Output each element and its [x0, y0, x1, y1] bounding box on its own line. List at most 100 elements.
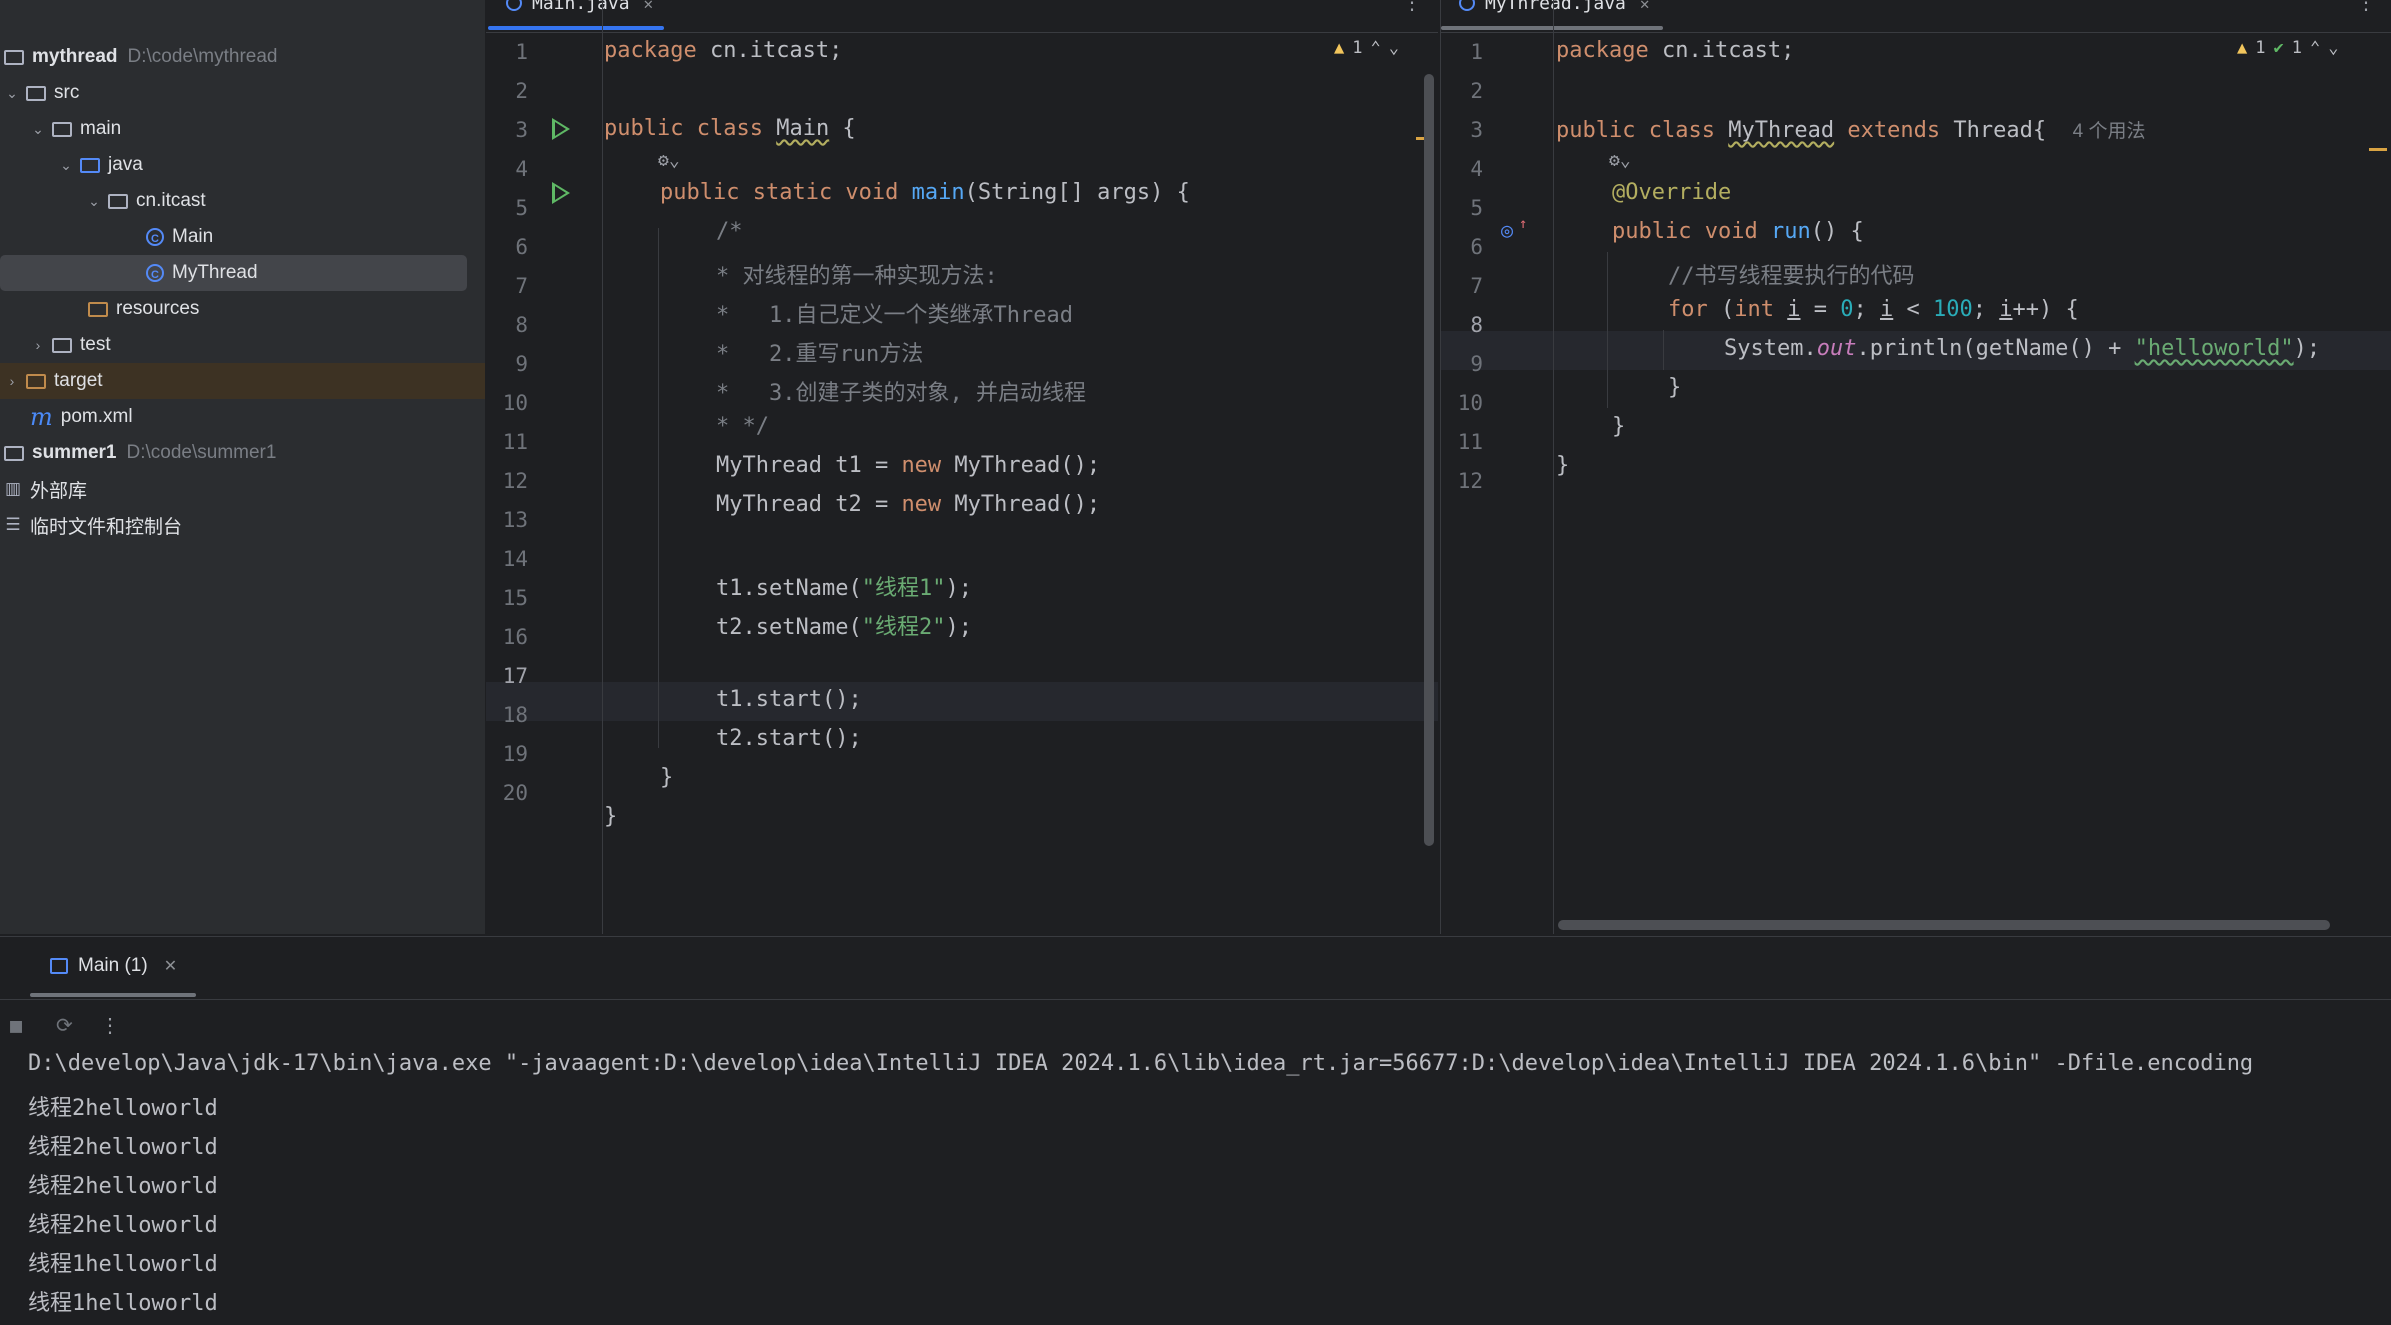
- console-line: 线程2helloworld: [28, 1096, 218, 1121]
- usages-hint[interactable]: 4 个用法: [2073, 121, 2146, 142]
- tree-item-target[interactable]: › target: [0, 363, 485, 399]
- tree-item-main[interactable]: ⌄ main: [0, 111, 485, 147]
- tree-item-java[interactable]: ⌄ java: [0, 147, 485, 183]
- line-number[interactable]: 5: [486, 196, 528, 220]
- tree-item-pom[interactable]: m pom.xml: [0, 399, 485, 435]
- run-icon[interactable]: [552, 182, 570, 204]
- line-number[interactable]: 16: [486, 625, 528, 649]
- tree-item-test[interactable]: › test: [0, 327, 485, 363]
- tree-item-label: src: [54, 82, 80, 103]
- code-line-7: * 1.自己定义一个类继承Thread: [716, 303, 1073, 328]
- line-number[interactable]: 1: [486, 40, 528, 64]
- warning-stripe-marker[interactable]: [2369, 148, 2387, 151]
- line-number[interactable]: 11: [1441, 430, 1483, 454]
- tab-main-java[interactable]: Main.java ✕: [506, 0, 653, 18]
- more-options-icon[interactable]: ⋮: [2356, 0, 2376, 14]
- code-line-5: /*: [716, 219, 743, 244]
- line-number[interactable]: 10: [486, 391, 528, 415]
- line-number[interactable]: 6: [486, 235, 528, 259]
- line-number[interactable]: 2: [1441, 79, 1483, 103]
- code-line-11: }: [1556, 453, 1570, 478]
- tree-item-summer1[interactable]: summer1 D:\code\summer1: [0, 435, 485, 471]
- folder-icon: [52, 337, 72, 353]
- line-number[interactable]: 9: [1441, 352, 1483, 376]
- line-number[interactable]: 1: [1441, 40, 1483, 64]
- chevron-down-icon[interactable]: ⌄: [2328, 38, 2338, 58]
- warning-icon: ▲: [1334, 38, 1345, 58]
- implements-method-icon[interactable]: ◎: [1501, 218, 1513, 242]
- line-number[interactable]: 8: [1441, 313, 1483, 337]
- line-number[interactable]: 19: [486, 742, 528, 766]
- line-number[interactable]: 2: [486, 79, 528, 103]
- line-number[interactable]: 11: [486, 430, 528, 454]
- tree-item-resources[interactable]: resources: [0, 291, 485, 327]
- tree-item-external-libraries[interactable]: ▥ 外部库: [0, 471, 485, 507]
- indent-guide: [1607, 252, 1608, 408]
- close-icon[interactable]: ✕: [644, 0, 654, 13]
- hints-icon[interactable]: ⚙⌄: [658, 150, 680, 171]
- line-number[interactable]: 7: [1441, 274, 1483, 298]
- console-line: 线程2helloworld: [28, 1213, 218, 1238]
- tree-item-mythread-class[interactable]: C MyThread: [0, 255, 467, 291]
- stop-icon[interactable]: ■: [10, 1013, 22, 1037]
- line-number[interactable]: 9: [486, 352, 528, 376]
- close-icon[interactable]: ✕: [1640, 0, 1650, 13]
- tree-item-mythread[interactable]: mythread D:\code\mythread: [0, 39, 485, 75]
- more-options-icon[interactable]: ⋮: [100, 1013, 120, 1037]
- line-number[interactable]: 12: [486, 469, 528, 493]
- line-number[interactable]: 6: [1441, 235, 1483, 259]
- tree-item-label: MyThread: [172, 262, 258, 283]
- line-number[interactable]: 20: [486, 781, 528, 805]
- vertical-scrollbar[interactable]: [1424, 74, 1434, 846]
- chevron-down-icon[interactable]: ⌄: [1389, 38, 1399, 58]
- class-icon: [506, 0, 522, 11]
- tree-item-cn-itcast[interactable]: ⌄ cn.itcast: [0, 183, 485, 219]
- horizontal-scrollbar[interactable]: [1558, 920, 2330, 930]
- tree-item-main-class[interactable]: C Main: [0, 219, 485, 255]
- line-number[interactable]: 17: [486, 664, 528, 688]
- chevron-down-icon[interactable]: ⌄: [30, 121, 46, 138]
- inspection-widget[interactable]: ▲ 1 ✔ 1 ⌃ ⌄: [2237, 38, 2339, 58]
- close-icon[interactable]: ✕: [164, 956, 177, 976]
- chevron-up-icon[interactable]: ⌃: [1371, 38, 1381, 58]
- line-number[interactable]: 18: [486, 703, 528, 727]
- tree-item-scratches[interactable]: ☰ 临时文件和控制台: [0, 507, 485, 543]
- chevron-down-icon[interactable]: ⌄: [58, 157, 74, 174]
- code-line-7: for (int i = 0; i < 100; i++) {: [1668, 297, 2079, 322]
- rerun-icon[interactable]: ⟳: [56, 1013, 73, 1037]
- line-number[interactable]: 7: [486, 274, 528, 298]
- more-options-icon[interactable]: ⋮: [1402, 0, 1422, 14]
- inspection-widget[interactable]: ▲ 1 ⌃ ⌄: [1334, 38, 1399, 58]
- line-number[interactable]: 14: [486, 547, 528, 571]
- tree-item-label: test: [80, 334, 111, 355]
- line-number[interactable]: 13: [486, 508, 528, 532]
- chevron-down-icon[interactable]: ⌄: [86, 193, 102, 210]
- tree-item-src[interactable]: ⌄ src: [0, 75, 485, 111]
- line-number[interactable]: 8: [486, 313, 528, 337]
- chevron-up-icon[interactable]: ⌃: [2310, 38, 2320, 58]
- warning-icon: ▲: [2237, 38, 2248, 58]
- line-number[interactable]: 5: [1441, 196, 1483, 220]
- line-number[interactable]: 10: [1441, 391, 1483, 415]
- indent-guide: [658, 228, 659, 748]
- chevron-right-icon[interactable]: ›: [30, 337, 46, 353]
- folder-icon: [52, 121, 72, 137]
- tab-mythread-java[interactable]: MyThread.java ✕: [1459, 0, 1650, 18]
- line-number[interactable]: 4: [1441, 157, 1483, 181]
- editor-main-java[interactable]: Main.java ✕ ⋮ ▲ 1 ⌃ ⌄ 1 2 3 4 5 6 7 8 9 10 11 12 13 1…: [486, 0, 1438, 934]
- project-tool-window: mythread D:\code\mythread ⌄ src ⌄ main ⌄…: [0, 0, 486, 934]
- tab-run-main[interactable]: Main (1) ✕: [50, 955, 177, 977]
- chevron-down-icon[interactable]: ⌄: [4, 85, 20, 102]
- line-number[interactable]: 3: [486, 118, 528, 142]
- line-number[interactable]: 3: [1441, 118, 1483, 142]
- chevron-right-icon[interactable]: ›: [4, 373, 20, 389]
- editor-mythread-java[interactable]: MyThread.java ✕ ⋮ ▲ 1 ✔ 1 ⌃ ⌄ 1234567891…: [1440, 0, 2391, 934]
- line-number[interactable]: 4: [486, 157, 528, 181]
- code-line-19: }: [660, 765, 674, 790]
- code-line-4: public static void main(String[] args) {: [660, 180, 1190, 205]
- code-line-3: public class Main {: [604, 116, 856, 141]
- line-number[interactable]: 15: [486, 586, 528, 610]
- line-number[interactable]: 12: [1441, 469, 1483, 493]
- hints-icon[interactable]: ⚙⌄: [1609, 150, 1631, 171]
- run-icon[interactable]: [552, 118, 570, 140]
